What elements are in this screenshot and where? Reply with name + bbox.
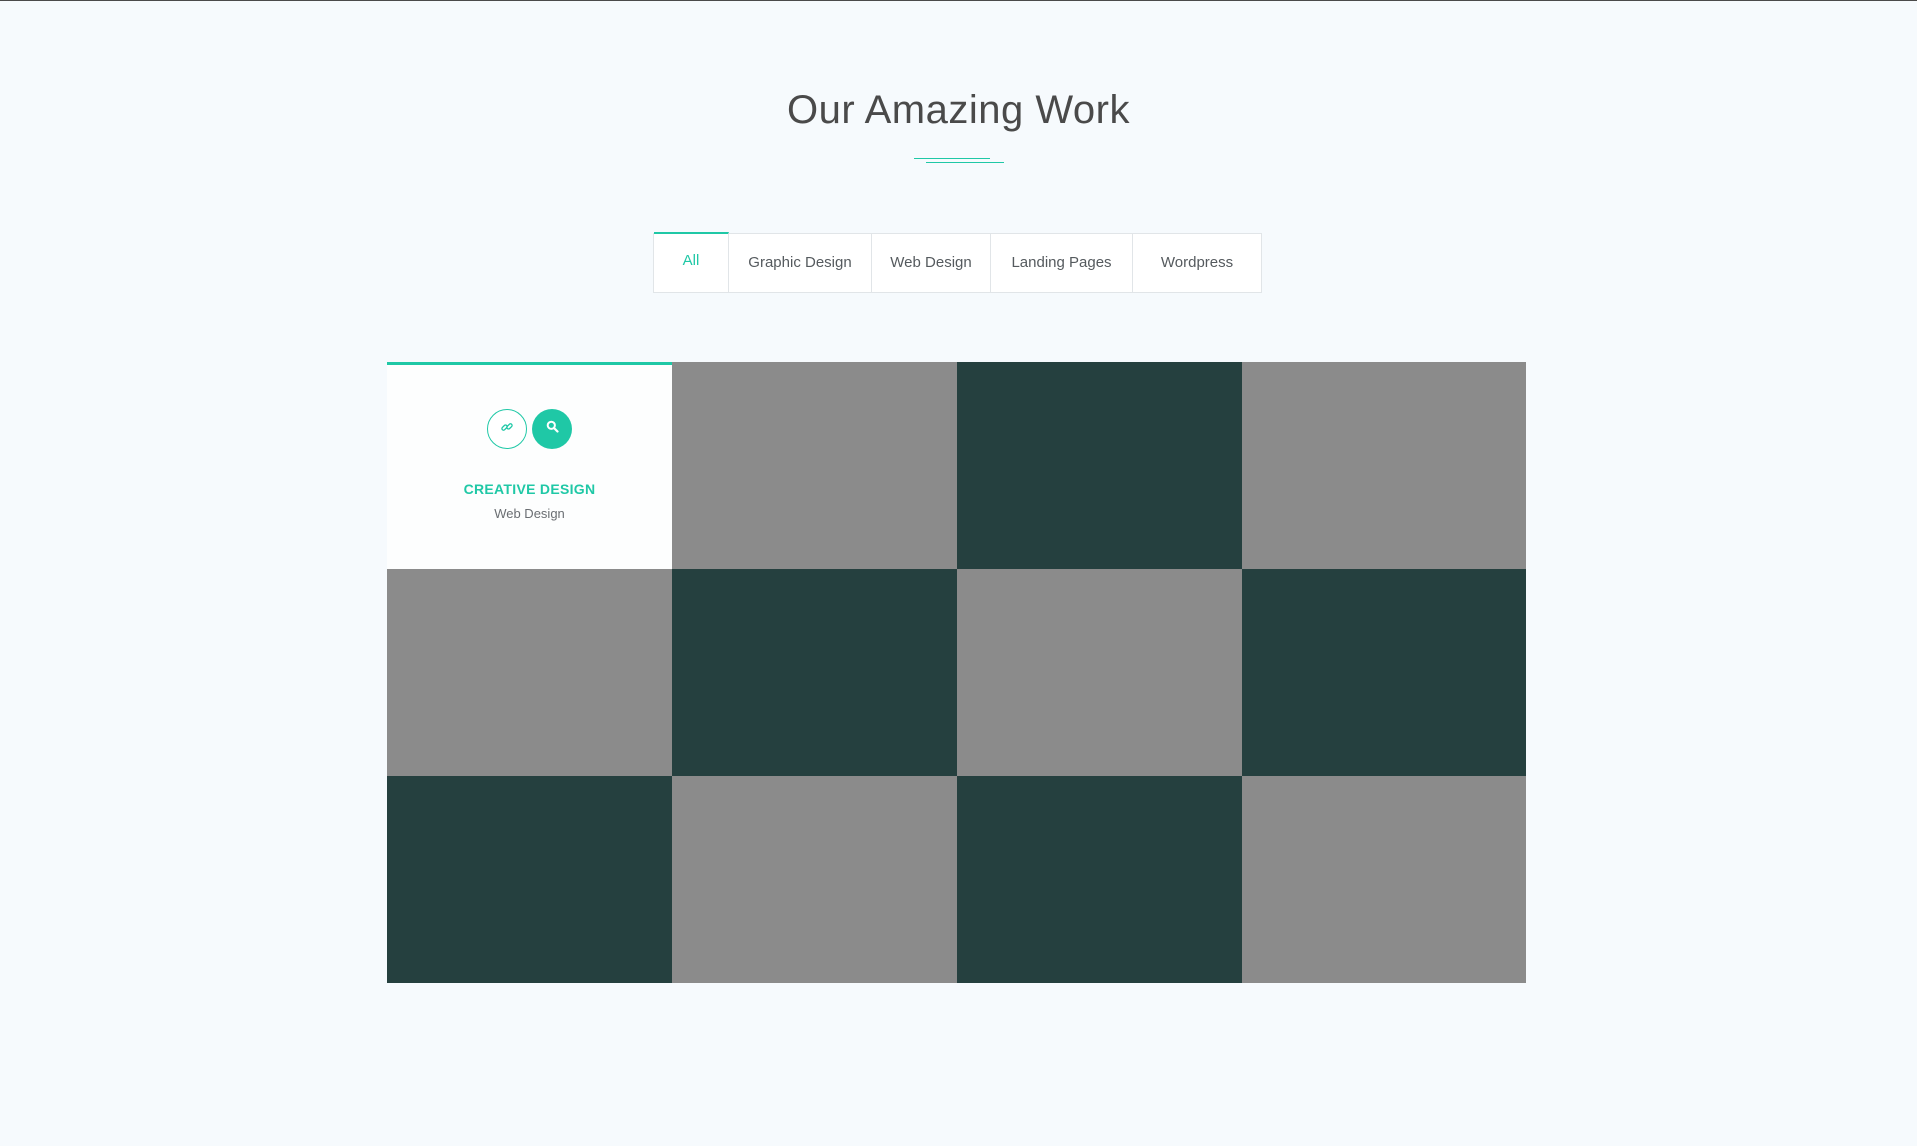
portfolio-item-10[interactable] <box>672 776 957 983</box>
portfolio-item-6[interactable] <box>672 569 957 776</box>
portfolio-filter-bar: All Graphic Design Web Design Landing Pa… <box>653 232 1262 293</box>
zoom-button[interactable] <box>532 409 572 449</box>
divider-line-top <box>914 158 990 159</box>
filter-tab-all[interactable]: All <box>654 232 729 292</box>
portfolio-item-category: Web Design <box>494 506 565 521</box>
filter-tab-landing-pages[interactable]: Landing Pages <box>991 234 1133 292</box>
portfolio-item-9[interactable] <box>387 776 672 983</box>
filter-tab-wordpress[interactable]: Wordpress <box>1133 234 1261 292</box>
filter-tab-web-design[interactable]: Web Design <box>872 234 991 292</box>
portfolio-item-2[interactable] <box>672 362 957 569</box>
portfolio-item-12[interactable] <box>1242 776 1526 983</box>
portfolio-item-4[interactable] <box>1242 362 1526 569</box>
portfolio-item-featured[interactable]: CREATIVE DESIGN Web Design <box>387 362 672 569</box>
section-title: Our Amazing Work <box>787 88 1130 132</box>
portfolio-item-11[interactable] <box>957 776 1242 983</box>
divider-line-bottom <box>926 162 1004 163</box>
portfolio-item-actions <box>387 409 672 449</box>
portfolio-item-title[interactable]: CREATIVE DESIGN <box>387 481 672 497</box>
portfolio-item-7[interactable] <box>957 569 1242 776</box>
filter-tab-graphic-design[interactable]: Graphic Design <box>729 234 872 292</box>
link-icon <box>500 420 514 439</box>
portfolio-grid: CREATIVE DESIGN Web Design <box>387 362 1526 983</box>
search-icon <box>546 420 559 438</box>
portfolio-item-5[interactable] <box>387 569 672 776</box>
portfolio-item-3[interactable] <box>957 362 1242 569</box>
link-button[interactable] <box>487 409 527 449</box>
title-divider <box>914 158 1004 164</box>
portfolio-item-8[interactable] <box>1242 569 1526 776</box>
top-border <box>0 0 1917 1</box>
